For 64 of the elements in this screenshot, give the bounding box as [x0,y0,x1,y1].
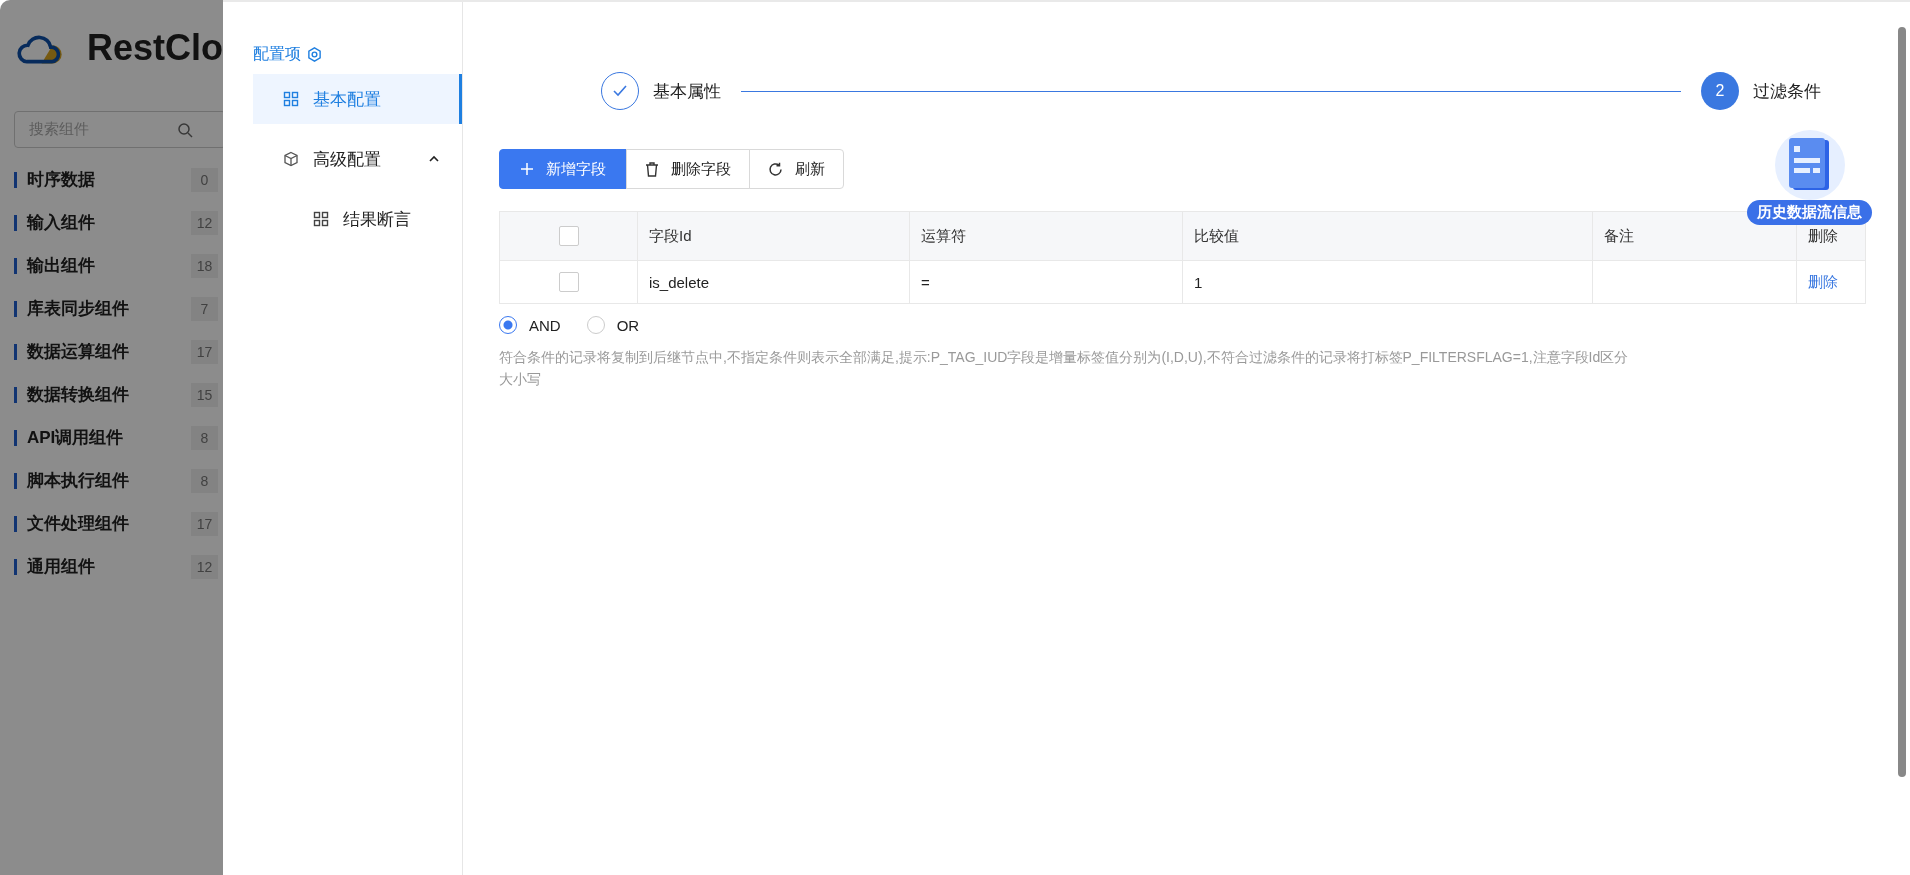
refresh-icon [768,161,783,177]
select-all-checkbox[interactable] [558,226,579,246]
category-count: 18 [191,253,218,278]
grid-icon [283,91,299,107]
category-marker [14,386,17,403]
category-label[interactable]: 数据运算组件 [27,340,191,363]
category-marker [14,429,17,446]
category-label[interactable]: 通用组件 [27,555,191,578]
step-label: 过滤条件 [1753,80,1821,103]
add-field-button[interactable]: 新增字段 [499,149,627,189]
column-header: 字段Id [649,226,692,246]
menu-item[interactable]: 基本配置 [253,74,462,124]
category-marker [14,214,17,231]
column-header: 删除 [1808,226,1838,246]
table-cell: 1 [1194,273,1203,291]
category-label[interactable]: 输出组件 [27,254,191,277]
category-label[interactable]: 数据转换组件 [27,383,191,406]
menu-item[interactable]: 高级配置 [253,134,462,184]
history-dataflow-badge[interactable]: 历史数据流信息 [1747,200,1872,225]
category-label[interactable]: API调用组件 [27,426,191,449]
category-marker [14,343,17,360]
grid-icon [313,211,329,227]
category-count: 0 [191,167,218,192]
category-label[interactable]: 脚本执行组件 [27,469,191,492]
category-label[interactable]: 时序数据 [27,168,191,191]
category-marker [14,515,17,532]
menu-title: 配置项 [253,43,301,64]
category-marker [14,472,17,489]
category-count: 12 [191,210,218,235]
logic-radio[interactable]: OR [586,316,640,334]
category-marker [14,257,17,274]
help-text: 符合条件的记录将复制到后继节点中,不指定条件则表示全部满足,提示:P_TAG_IUD字段是增量标签值分别为(I,D,U),不符合过滤条件的记录将打标签P_FILTERSFLAG=1,注意字段Id区分大小写 [499,348,1630,389]
category-count: 17 [191,511,218,536]
delete-field-button[interactable]: 删除字段 [626,149,750,189]
table-cell: is_delete [649,273,710,291]
trash-icon [645,161,659,177]
delete-link[interactable]: 删除 [1808,272,1838,292]
menu-item[interactable]: 结果断言 [253,194,462,244]
column-header: 比较值 [1194,226,1239,246]
category-marker [14,171,17,188]
plus-icon [520,162,534,176]
column-header: 备注 [1604,226,1634,246]
category-count: 8 [191,425,218,450]
table-cell: = [921,273,930,291]
cube-icon [283,151,299,167]
scrollbar[interactable] [1897,27,1906,777]
category-label[interactable]: 文件处理组件 [27,512,191,535]
category-count: 12 [191,554,218,579]
category-marker [14,300,17,317]
row-checkbox[interactable] [558,272,579,292]
logo-text: RestClo [86,26,223,69]
category-count: 15 [191,382,218,407]
category-label[interactable]: 输入组件 [27,211,191,234]
category-count: 17 [191,339,218,364]
search-icon[interactable] [177,121,193,138]
column-header: 运算符 [921,226,966,246]
refresh-button[interactable]: 刷新 [749,149,844,189]
step-number: 2 [1701,72,1739,110]
step-label: 基本属性 [653,80,721,103]
logic-radio[interactable]: AND [499,316,561,334]
category-label[interactable]: 库表同步组件 [27,297,191,320]
category-marker [14,558,17,575]
category-count: 8 [191,468,218,493]
category-count: 7 [191,296,218,321]
